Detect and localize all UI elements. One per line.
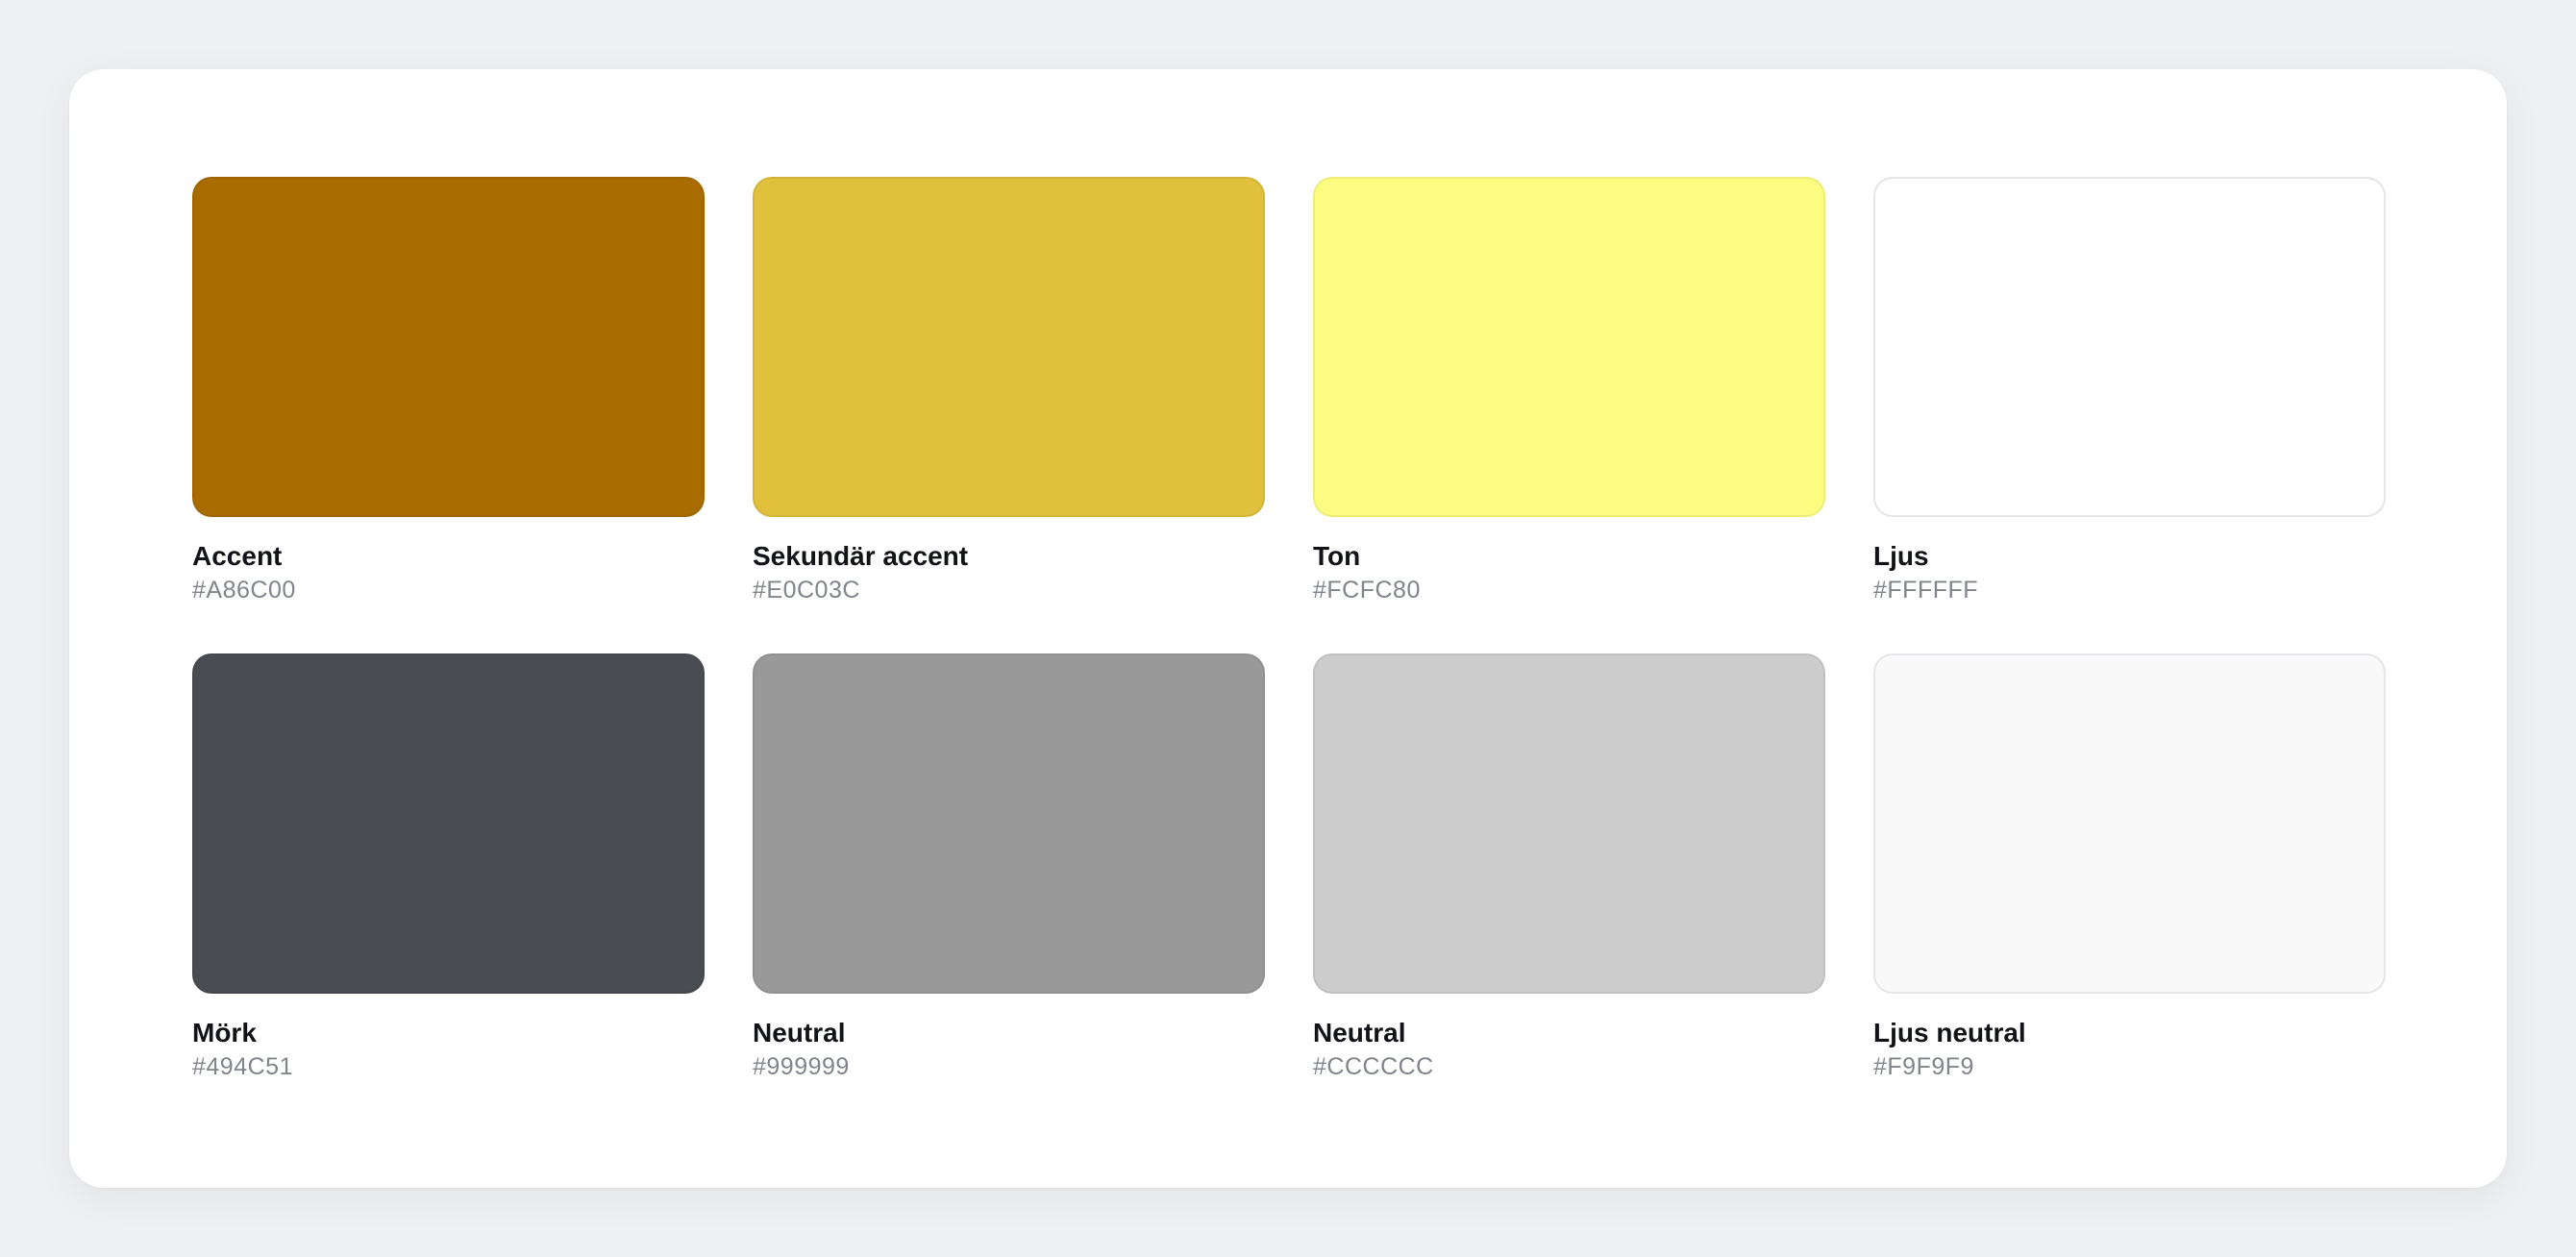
swatch-label: Neutral (753, 1018, 846, 1048)
swatch-hex: #FCFC80 (1313, 577, 1421, 604)
swatch-hex: #CCCCCC (1313, 1053, 1434, 1080)
swatch-item-neutral-light: Neutral #CCCCCC (1313, 653, 1825, 1082)
swatch-item-dark: Mörk #494C51 (192, 653, 705, 1082)
swatch-label: Accent (192, 541, 283, 571)
color-swatch (753, 177, 1265, 517)
swatch-item-light: Ljus #FFFFFF (1873, 177, 2386, 605)
color-swatch (192, 653, 705, 994)
swatch-hex: #999999 (753, 1053, 850, 1080)
palette-card: Accent #A86C00 Sekundär accent #E0C03C T… (69, 69, 2507, 1188)
color-swatch (192, 177, 705, 517)
swatch-grid: Accent #A86C00 Sekundär accent #E0C03C T… (192, 177, 2386, 1082)
swatch-item-secondary-accent: Sekundär accent #E0C03C (753, 177, 1265, 605)
color-swatch (1313, 653, 1825, 994)
color-swatch (1873, 653, 2386, 994)
swatch-hex: #FFFFFF (1873, 577, 1979, 604)
color-swatch (1873, 177, 2386, 517)
swatch-item-tone: Ton #FCFC80 (1313, 177, 1825, 605)
color-swatch (753, 653, 1265, 994)
swatch-label: Mörk (192, 1018, 257, 1048)
swatch-label: Neutral (1313, 1018, 1406, 1048)
swatch-label: Ljus (1873, 541, 1929, 571)
swatch-hex: #494C51 (192, 1053, 293, 1080)
swatch-hex: #F9F9F9 (1873, 1053, 1974, 1080)
swatch-label: Ljus neutral (1873, 1018, 2026, 1048)
swatch-item-neutral: Neutral #999999 (753, 653, 1265, 1082)
color-swatch (1313, 177, 1825, 517)
swatch-label: Sekundär accent (753, 541, 969, 571)
swatch-label: Ton (1313, 541, 1361, 571)
swatch-hex: #A86C00 (192, 577, 296, 604)
swatch-item-light-neutral: Ljus neutral #F9F9F9 (1873, 653, 2386, 1082)
swatch-item-accent: Accent #A86C00 (192, 177, 705, 605)
swatch-hex: #E0C03C (753, 577, 860, 604)
